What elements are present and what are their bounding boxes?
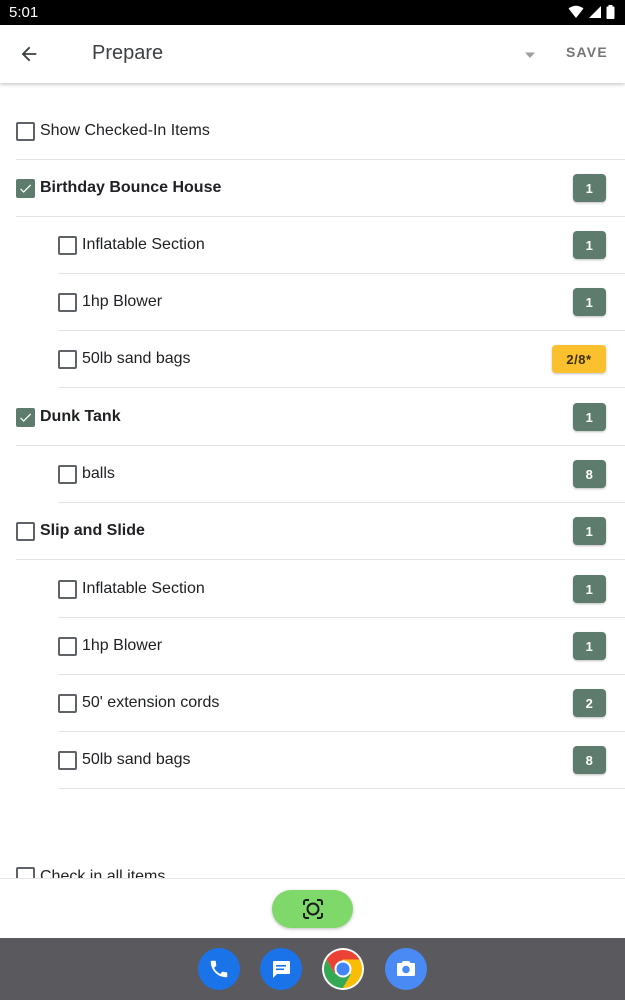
item-label: 1hp Blower: [82, 293, 163, 310]
phone-app-button[interactable]: [198, 948, 240, 990]
item-row[interactable]: Inflatable Section 1: [58, 217, 625, 274]
item-label: 1hp Blower: [82, 637, 163, 654]
quantity-badge[interactable]: 1: [573, 231, 606, 259]
page-title: Prepare: [92, 42, 164, 64]
group-label: Dunk Tank: [40, 408, 121, 425]
check-in-all-label: Check in all items: [40, 867, 166, 879]
item-row[interactable]: 1hp Blower 1: [58, 618, 625, 675]
item-row[interactable]: 50' extension cords 2: [58, 675, 625, 732]
app-bar: Prepare SAVE: [0, 25, 625, 83]
item-label: 50' extension cords: [82, 694, 220, 711]
group-checkbox[interactable]: [16, 178, 35, 198]
overflow-dropdown-button[interactable]: [520, 45, 540, 65]
signal-icon: [589, 6, 601, 18]
item-checkbox[interactable]: [58, 750, 77, 770]
scan-button[interactable]: [272, 890, 353, 928]
messages-app-button[interactable]: [260, 948, 302, 990]
status-icons: [568, 5, 615, 19]
item-row[interactable]: 1hp Blower 1: [58, 274, 625, 331]
wifi-icon: [568, 5, 584, 18]
bottom-action-bar: [0, 878, 625, 938]
item-checkbox[interactable]: [58, 464, 77, 484]
check-in-all-checkbox[interactable]: [16, 867, 35, 878]
phone-icon: [210, 960, 228, 978]
quantity-badge[interactable]: 1: [573, 517, 606, 545]
show-checked-in-row[interactable]: Show Checked-In Items: [16, 103, 625, 160]
battery-icon: [606, 5, 615, 19]
quantity-badge[interactable]: 8: [573, 460, 606, 488]
item-checkbox[interactable]: [58, 292, 77, 312]
item-label: 50lb sand bags: [82, 751, 191, 768]
quantity-badge[interactable]: 1: [573, 174, 606, 202]
arrow-back-icon: [21, 46, 37, 62]
quantity-badge[interactable]: 1: [573, 288, 606, 316]
item-row[interactable]: balls 8: [58, 446, 625, 503]
quantity-badge[interactable]: 1: [573, 575, 606, 603]
item-row[interactable]: 50lb sand bags 2/8*: [58, 331, 625, 388]
messages-icon: [273, 961, 290, 978]
item-label: balls: [82, 465, 115, 482]
show-checked-in-checkbox[interactable]: [16, 121, 35, 141]
group-row-birthday-bounce-house[interactable]: Birthday Bounce House 1: [16, 160, 625, 217]
item-label: Inflatable Section: [82, 236, 205, 253]
save-button[interactable]: SAVE: [566, 44, 608, 60]
item-label: 50lb sand bags: [82, 350, 191, 367]
group-row-slip-and-slide[interactable]: Slip and Slide 1: [16, 503, 625, 560]
group-label: Slip and Slide: [40, 522, 145, 539]
item-checkbox[interactable]: [58, 349, 77, 369]
group-checkbox[interactable]: [16, 407, 35, 427]
quantity-warning-badge[interactable]: 2/8*: [552, 345, 606, 373]
chrome-app-button[interactable]: [322, 948, 364, 990]
status-bar: 5:01: [0, 0, 625, 25]
chrome-icon: [323, 949, 363, 989]
item-label: Inflatable Section: [82, 580, 205, 597]
checkmark-icon: [20, 184, 32, 193]
item-checkbox[interactable]: [58, 235, 77, 255]
back-button[interactable]: [14, 39, 44, 69]
item-checkbox[interactable]: [58, 693, 77, 713]
item-checkbox[interactable]: [58, 579, 77, 599]
checklist[interactable]: Show Checked-In Items Birthday Bounce Ho…: [0, 83, 625, 878]
quantity-badge[interactable]: 1: [573, 403, 606, 431]
item-checkbox[interactable]: [58, 636, 77, 656]
check-in-all-row[interactable]: Check in all items: [16, 848, 625, 878]
group-row-dunk-tank[interactable]: Dunk Tank 1: [16, 389, 625, 446]
item-row[interactable]: Inflatable Section 1: [58, 561, 625, 618]
show-checked-in-label: Show Checked-In Items: [40, 122, 210, 139]
quantity-badge[interactable]: 2: [573, 689, 606, 717]
camera-app-button[interactable]: [385, 948, 427, 990]
quantity-badge[interactable]: 8: [573, 746, 606, 774]
caret-down-icon: [525, 52, 535, 58]
item-row[interactable]: 50lb sand bags 8: [58, 732, 625, 789]
system-dock: [0, 938, 625, 1000]
scan-target-icon: [302, 899, 323, 919]
checkmark-icon: [20, 413, 32, 422]
status-time: 5:01: [9, 4, 39, 21]
group-label: Birthday Bounce House: [40, 179, 222, 196]
camera-icon: [397, 961, 415, 976]
group-checkbox[interactable]: [16, 521, 35, 541]
quantity-badge[interactable]: 1: [573, 632, 606, 660]
